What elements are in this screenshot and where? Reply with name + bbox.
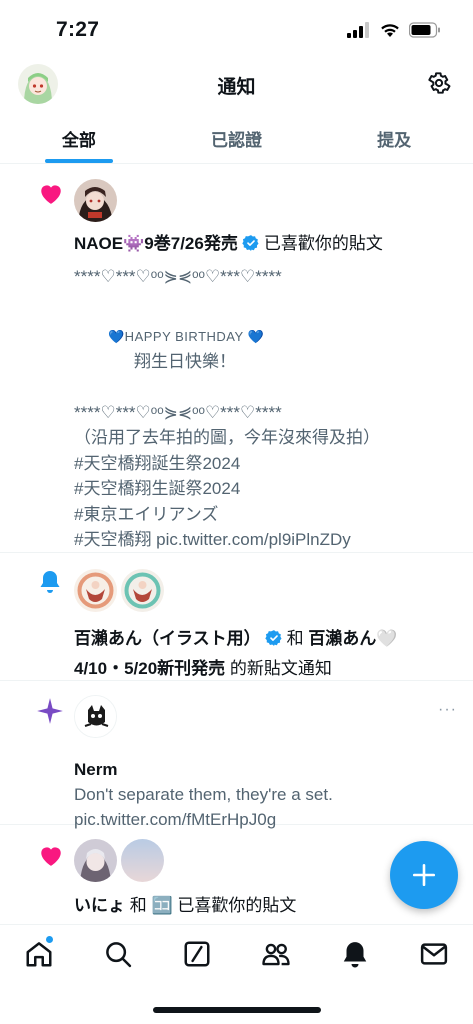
hashtag-link[interactable]: #天空橋翔生誕祭2024 [74,476,453,502]
nav-grok[interactable] [182,939,212,969]
search-icon [106,942,132,968]
tweet-preview: ****♡***♡ᵒᵒ⋟⋞ᵒᵒ♡***♡**** 💙HAPPY BIRTHDAY… [74,264,453,553]
tweet-line: ****♡***♡ᵒᵒ⋟⋞ᵒᵒ♡***♡**** [74,267,282,286]
user-name[interactable]: 百瀨あん🤍 [308,629,397,648]
user-avatar[interactable] [121,839,164,882]
verified-badge-icon [264,628,283,655]
tweet-text: Don't separate them, they're a set. [74,785,333,804]
notification-item[interactable]: NAOE👾9巻7/26発売 已喜歡你的貼文 ****♡***♡ᵒᵒ⋟⋞ᵒᵒ♡***… [0,165,473,553]
notification-avatars [74,695,117,738]
heart-icon [38,181,64,210]
notification-item[interactable]: 百瀨あん（イラスト用） 和 百瀨あん🤍 4/10・5/20新刊発売 的新貼文通知 [0,553,473,681]
user-avatar[interactable] [74,839,117,882]
home-indicator [153,1007,321,1013]
user-avatar[interactable] [74,695,117,738]
notification-content: Nerm Don't separate them, they're a set.… [74,757,453,832]
bell-icon [343,942,367,968]
hashtag-link[interactable]: #天空橋翔誕生祭2024 [74,451,453,477]
notification-content: NAOE👾9巻7/26発売 已喜歡你的貼文 ****♡***♡ᵒᵒ⋟⋞ᵒᵒ♡***… [74,231,453,553]
notification-content: 百瀨あん（イラスト用） 和 百瀨あん🤍 4/10・5/20新刊発売 的新貼文通知 [74,625,453,682]
user-avatar[interactable] [121,569,164,612]
tab-verified-label: 已認證 [211,131,262,150]
battery-icon [409,22,440,38]
sparkle-icon [36,697,64,730]
communities-icon [262,943,290,966]
settings-button[interactable] [425,69,453,97]
home-icon [26,942,52,967]
user-name[interactable]: 🈁 [151,896,172,915]
heart-icon [38,843,64,872]
status-bar: 7:27 [0,0,473,60]
tab-verified[interactable]: 已認證 [158,112,316,163]
gear-icon [428,72,451,94]
top-header: 通知 [0,60,473,110]
page-title: 通知 [217,77,256,98]
user-name[interactable]: NAOE👾9巻7/26発売 [74,234,238,253]
notification-action-text: 已喜歡你的貼文 [177,896,297,915]
nav-messages[interactable] [419,939,449,969]
tweet-line: （沿用了去年拍的圖，今年沒來得及拍） [74,428,380,447]
status-time: 7:27 [56,18,100,41]
bell-icon [38,569,62,600]
nav-notifications[interactable] [340,939,370,969]
hashtag-link[interactable]: #東京エイリアンズ [74,502,453,528]
tab-mentions-label: 提及 [377,131,412,150]
hashtag-link[interactable]: #天空橋翔 pic.twitter.com/pl9iPlnZDy [74,527,453,553]
user-name-continued[interactable]: 4/10・5/20新刊発売 [74,659,225,678]
user-name[interactable]: いにょ [74,896,125,915]
notification-avatars [74,179,117,222]
plus-icon [412,863,436,887]
nav-communities[interactable] [261,939,291,969]
notification-action-text: 已喜歡你的貼文 [263,234,383,253]
tweet-line: 翔生日快樂！ [134,352,236,371]
mail-icon [420,943,448,965]
user-name[interactable]: Nerm [74,757,453,782]
verified-badge-icon [242,234,260,260]
notification-content: いにょ 和 🈁 已喜歡你的貼文 [74,893,453,918]
tweet-line: 💙HAPPY BIRTHDAY 💙 [108,328,265,344]
status-icons [347,22,441,38]
compose-button[interactable] [390,841,458,909]
notification-tabs: 全部 已認證 提及 [0,112,473,164]
notifications-feed: NAOE👾9巻7/26発売 已喜歡你的貼文 ****♡***♡ᵒᵒ⋟⋞ᵒᵒ♡***… [0,165,473,935]
tab-mentions[interactable]: 提及 [315,112,473,163]
notification-avatars [74,839,164,882]
user-name[interactable]: 百瀨あん（イラスト用） [74,629,261,648]
notification-item[interactable]: ··· Nerm Don't separate them, they're a … [0,681,473,829]
more-options-button[interactable]: ··· [438,701,457,719]
unread-dot [46,936,53,943]
conjunction-text: 和 [129,896,147,915]
wifi-icon [381,24,399,37]
notification-action-text: 的新貼文通知 [229,659,332,678]
nav-search[interactable] [103,939,133,969]
signal-icon [347,22,369,38]
notification-avatars [74,569,164,612]
user-avatar[interactable] [74,179,117,222]
user-avatar[interactable] [74,569,117,612]
conjunction-text: 和 [286,629,304,648]
tab-all-label: 全部 [61,131,96,150]
tweet-line: ****♡***♡ᵒᵒ⋟⋞ᵒᵒ♡***♡**** [74,402,282,422]
tab-all[interactable]: 全部 [0,112,158,163]
nav-home[interactable] [24,936,54,969]
active-tab-indicator [44,159,113,163]
grok-icon [184,941,210,967]
